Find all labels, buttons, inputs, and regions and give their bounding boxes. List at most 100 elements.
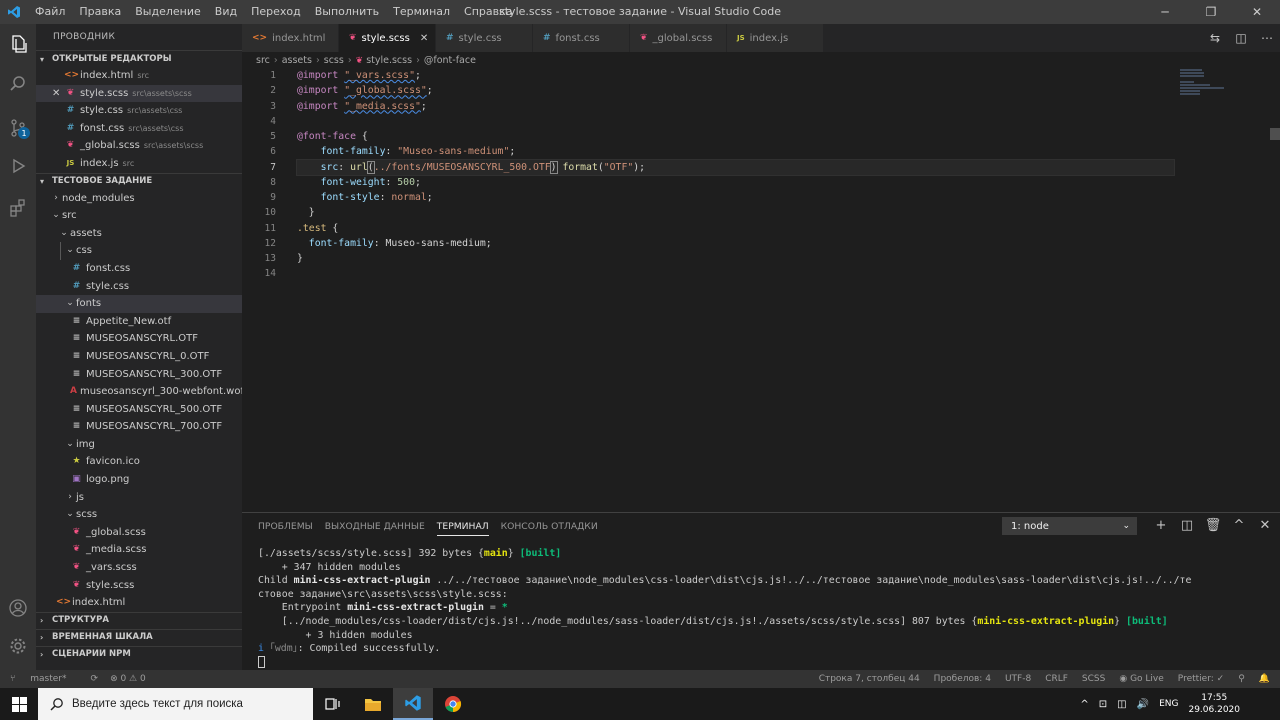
menu-view[interactable]: Вид	[208, 0, 244, 24]
project-folder-header[interactable]: ▾ ТЕСТОВОЕ ЗАДАНИЕ	[36, 172, 242, 190]
menu-help[interactable]: Справка	[457, 0, 519, 24]
vscode-taskbar-icon[interactable]	[393, 688, 433, 720]
tree-file[interactable]: ❦ style.scss	[36, 577, 242, 595]
git-branch-status[interactable]: ⑂ master*	[10, 674, 79, 684]
tab-style-css[interactable]: # style.css	[436, 24, 533, 52]
go-live-button[interactable]: ◉ Go Live	[1119, 674, 1163, 684]
tree-folder-scss[interactable]: ⌄ scss	[36, 506, 242, 524]
npm-scripts-section-header[interactable]: › СЦЕНАРИИ NPM	[36, 645, 242, 663]
close-panel-icon[interactable]: ✕	[1252, 517, 1278, 535]
menu-file[interactable]: Файл	[28, 0, 72, 24]
tree-folder-node-modules[interactable]: › node_modules	[36, 190, 242, 208]
indentation-status[interactable]: Пробелов: 4	[934, 674, 991, 684]
code-editor[interactable]: 1 2 3 4 5 6 7 8 9 10 11 12 13 14 @import…	[242, 68, 1280, 512]
tree-folder-img[interactable]: ⌄ img	[36, 436, 242, 454]
menu-go[interactable]: Переход	[244, 0, 308, 24]
monitor-icon[interactable]: ◫	[1117, 699, 1126, 710]
tree-folder-js[interactable]: › js	[36, 489, 242, 507]
menu-edit[interactable]: Правка	[72, 0, 128, 24]
tree-file[interactable]: ▣ logo.png	[36, 471, 242, 489]
close-tab-icon[interactable]: ✕	[420, 33, 428, 44]
menu-selection[interactable]: Выделение	[128, 0, 208, 24]
tree-file[interactable]: ≡ Appetite_New.otf	[36, 313, 242, 331]
windows-start-icon[interactable]	[0, 688, 38, 720]
notifications-bell-icon[interactable]: 🔔	[1259, 674, 1270, 684]
maximize-panel-icon[interactable]: ^	[1226, 517, 1252, 535]
tree-file[interactable]: ❦ _media.scss	[36, 541, 242, 559]
tree-file[interactable]: ≡ MUSEOSANSCYRL_300.OTF	[36, 366, 242, 384]
prettier-status[interactable]: Prettier: ✓	[1178, 674, 1224, 684]
sync-icon[interactable]: ⟳	[91, 674, 99, 684]
open-editors-header[interactable]: ▾ ОТКРЫТЫЕ РЕДАКТОРЫ	[36, 50, 242, 67]
menu-terminal[interactable]: Терминал	[386, 0, 457, 24]
open-editor-item[interactable]: JS index.js src	[36, 155, 242, 173]
breadcrumb-item[interactable]: @font-face	[424, 55, 476, 66]
breadcrumb-item[interactable]: assets	[282, 55, 312, 66]
tree-file[interactable]: ≡ MUSEOSANSCYRL.OTF	[36, 330, 242, 348]
task-view-icon[interactable]	[313, 688, 353, 720]
kill-terminal-icon[interactable]: 🗑	[1200, 517, 1226, 535]
tree-file[interactable]: # style.css	[36, 278, 242, 296]
tab-style-scss[interactable]: ❦ style.scss ✕	[339, 24, 436, 52]
breadcrumb-item[interactable]: style.scss	[366, 55, 412, 66]
tree-file[interactable]: # fonst.css	[36, 260, 242, 278]
tree-file[interactable]: ❦ _global.scss	[36, 524, 242, 542]
tab-index-html[interactable]: <> index.html	[242, 24, 339, 52]
menu-run[interactable]: Выполнить	[308, 0, 386, 24]
editor-scrollbar[interactable]	[1270, 128, 1280, 140]
tab-index-js[interactable]: JS index.js	[727, 24, 824, 52]
more-actions-icon[interactable]: ⋯	[1254, 31, 1280, 45]
terminal-select[interactable]: 1: node ⌄	[1002, 517, 1137, 535]
problems-status[interactable]: ⊗ 0 ⚠ 0	[110, 674, 146, 684]
volume-icon[interactable]: 🔊	[1137, 699, 1149, 710]
tab-global-scss[interactable]: ❦ _global.scss	[630, 24, 727, 52]
open-editor-item[interactable]: <> index.html src	[36, 67, 242, 85]
cursor-position-status[interactable]: Строка 7, столбец 44	[819, 674, 920, 684]
open-editor-item[interactable]: # fonst.css src\assets\css	[36, 120, 242, 138]
taskbar-search-input[interactable]: Введите здесь текст для поиска	[38, 688, 313, 720]
open-editor-item-active[interactable]: ✕ ❦ style.scss src\assets\scss	[36, 84, 242, 103]
taskbar-clock[interactable]: 17:55 29.06.2020	[1188, 692, 1240, 716]
tree-folder-src[interactable]: ⌄ src	[36, 207, 242, 225]
tree-file[interactable]: ❦ _vars.scss	[36, 559, 242, 577]
tab-output[interactable]: ВЫХОДНЫЕ ДАННЫЕ	[325, 521, 425, 536]
tree-file[interactable]: ★ favicon.ico	[36, 453, 242, 471]
maximize-button[interactable]: ❐	[1188, 0, 1234, 24]
tab-fonst-css[interactable]: # fonst.css	[533, 24, 630, 52]
search-icon[interactable]	[0, 66, 36, 102]
eol-status[interactable]: CRLF	[1045, 674, 1068, 684]
split-editor-icon[interactable]: ◫	[1228, 31, 1254, 45]
input-language[interactable]: ENG	[1159, 699, 1178, 709]
chrome-taskbar-icon[interactable]	[433, 688, 473, 720]
close-window-button[interactable]: ✕	[1234, 0, 1280, 24]
file-explorer-taskbar-icon[interactable]	[353, 688, 393, 720]
close-editor-icon[interactable]: ✕	[52, 85, 60, 103]
minimize-button[interactable]: ─	[1142, 0, 1188, 24]
tree-file[interactable]: ≡ MUSEOSANSCYRL_500.OTF	[36, 401, 242, 419]
new-terminal-icon[interactable]: +	[1148, 517, 1174, 535]
terminal-output[interactable]: [./assets/scss/style.scss] 392 bytes {ma…	[258, 547, 1278, 669]
run-debug-icon[interactable]	[0, 148, 36, 184]
tree-file[interactable]: Amuseosanscyrl_300-webfont.woff	[36, 383, 242, 401]
tree-folder-fonts[interactable]: ⌄ fonts	[36, 295, 242, 313]
open-editor-item[interactable]: # style.css src\assets\css	[36, 102, 242, 120]
network-icon[interactable]: ⊡	[1099, 699, 1107, 710]
tree-file[interactable]: ≡ MUSEOSANSCYRL_700.OTF	[36, 418, 242, 436]
tree-file[interactable]: ≡ MUSEOSANSCYRL_0.OTF	[36, 348, 242, 366]
language-mode-status[interactable]: SCSS	[1082, 674, 1105, 684]
minimap[interactable]	[1180, 68, 1270, 512]
tree-folder-css[interactable]: ⌄ css	[36, 242, 242, 260]
breadcrumb-item[interactable]: scss	[324, 55, 344, 66]
outline-section-header[interactable]: › СТРУКТУРА	[36, 611, 242, 629]
split-terminal-icon[interactable]: ◫	[1174, 517, 1200, 535]
settings-gear-icon[interactable]	[0, 628, 36, 664]
open-changes-icon[interactable]: ⇆	[1202, 31, 1228, 45]
account-icon[interactable]	[0, 590, 36, 626]
explorer-icon[interactable]	[0, 26, 36, 62]
timeline-section-header[interactable]: › ВРЕМЕННАЯ ШКАЛА	[36, 628, 242, 646]
tab-debug-console[interactable]: КОНСОЛЬ ОТЛАДКИ	[501, 521, 598, 536]
tab-problems[interactable]: ПРОБЛЕМЫ	[258, 521, 313, 536]
breadcrumb-item[interactable]: src	[256, 55, 270, 66]
encoding-status[interactable]: UTF-8	[1005, 674, 1031, 684]
tab-terminal[interactable]: ТЕРМИНАЛ	[436, 521, 489, 536]
